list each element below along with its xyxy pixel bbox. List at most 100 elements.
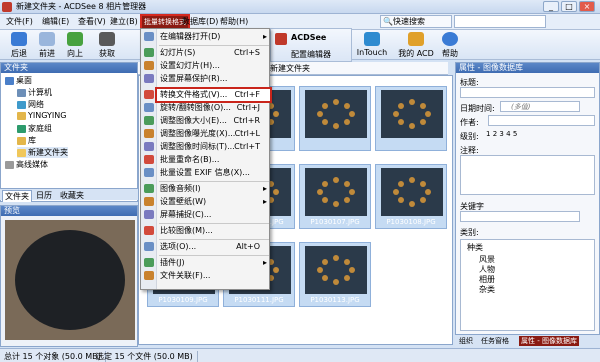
rating-2[interactable]: 2 (493, 130, 497, 138)
tree-homegroup[interactable]: 家庭组 (17, 123, 52, 134)
menu-item-label: 设置壁纸(W) (160, 197, 207, 206)
rating-4[interactable]: 4 (506, 130, 510, 138)
menu-item[interactable]: 批量设置 EXIF 信息(X)... (157, 167, 270, 179)
menu-item[interactable]: 设置屏幕保护(R)... (157, 73, 270, 85)
menu-edit[interactable]: 编辑(E) (40, 16, 71, 28)
menu-item[interactable]: 文件关联(F)... (157, 270, 270, 282)
datetime-field[interactable]: (多值) (500, 101, 580, 112)
acquire-button[interactable]: 获取 (90, 32, 124, 59)
submenu-arrow-icon: ▸ (262, 197, 267, 206)
tab-organize[interactable]: 组织 (457, 336, 475, 346)
preview-header: 预览 (1, 206, 137, 216)
tree-library[interactable]: 库 (17, 135, 36, 146)
menu-create[interactable]: 建立(B) (108, 16, 140, 28)
tree-network[interactable]: 网络 (17, 99, 44, 110)
menu-help[interactable]: 帮助(H) (218, 16, 250, 28)
up-button[interactable]: 向上 (58, 32, 92, 59)
menu-item[interactable]: 屏幕捕捉(C)... (157, 209, 270, 221)
tree-yingying[interactable]: YINGYING (17, 111, 66, 120)
menu-database[interactable]: 数据库(D) (180, 16, 220, 28)
file-thumbnail[interactable]: P1030107.JPG (299, 164, 371, 229)
menu-item-icon (144, 226, 154, 235)
menu-item-icon (144, 48, 154, 57)
rating-1[interactable]: 1 (486, 130, 490, 138)
help-label: 帮助 (442, 49, 458, 58)
config-editor-button[interactable]: 配置编辑器 (291, 49, 331, 60)
tab-properties[interactable]: 属性 - 图像数据库 (519, 336, 579, 346)
file-thumbnail[interactable] (299, 86, 371, 151)
menu-item[interactable]: 选项(O)... Alt+O (157, 241, 270, 253)
keywords-field[interactable] (460, 211, 580, 222)
menu-item[interactable]: 在编辑器打开(D) ▸ (157, 31, 270, 43)
bead-shape (273, 267, 279, 273)
rating-values[interactable]: 1 2 3 4 5 (486, 130, 517, 138)
right-tabs: 组织 任务窗格 属性 - 图像数据库 (455, 334, 600, 347)
menu-separator (159, 45, 269, 46)
menu-item[interactable]: 转换文件格式(V)... Ctrl+F (155, 87, 272, 103)
bead-shape (397, 180, 404, 187)
tree-media[interactable]: 高线媒体 (5, 159, 48, 170)
menu-separator (159, 239, 269, 240)
category-item[interactable]: 杂类 (479, 284, 495, 295)
path-text: 新建文件夹 (270, 64, 310, 73)
menu-shortcut: Ctrl+F (234, 90, 260, 99)
menu-item-label: 文件关联(F)... (160, 271, 211, 280)
menu-item-icon (144, 116, 154, 125)
bead-shape (393, 111, 399, 117)
menu-item[interactable]: 调整图像大小(E)... Ctrl+R (157, 115, 270, 127)
file-thumbnail[interactable]: P1030108.JPG (375, 164, 447, 229)
batch-convert-menu: 在编辑器打开(D) ▸ 幻灯片(S) Ctrl+S 设置幻灯片(H)... 设置屏幕保护(… (140, 28, 272, 290)
tree-new-folder[interactable]: 新建文件夹 (17, 147, 68, 158)
menu-item[interactable]: 调整图像时间标(T)... Ctrl+T (157, 141, 270, 153)
acdsee-label[interactable]: ACDSee (291, 33, 326, 42)
help-button[interactable]: 帮助 (436, 32, 464, 59)
tree-label: 高线媒体 (16, 160, 48, 169)
menu-item[interactable]: 旋转/翻转图像(O)... Ctrl+J (157, 102, 270, 114)
author-field[interactable] (488, 115, 595, 126)
my-acd-button[interactable]: 我的 ACD (396, 32, 436, 59)
rating-label: 级别: (460, 132, 479, 141)
tab-task-pane[interactable]: 任务窗格 (479, 336, 511, 346)
menu-item[interactable]: 设置壁纸(W) ▸ (157, 196, 270, 208)
title-field[interactable] (460, 87, 595, 98)
bead-shape (317, 111, 323, 117)
intouch-icon (364, 32, 380, 46)
minimize-button[interactable]: _ (543, 1, 559, 12)
maximize-button[interactable]: □ (561, 1, 577, 12)
file-thumbnail[interactable]: P1030113.JPG (299, 242, 371, 307)
menu-item[interactable]: 调整图像曝光度(X)... Ctrl+L (157, 128, 270, 140)
menu-item[interactable]: 设置幻灯片(H)... (157, 60, 270, 72)
comment-field[interactable] (460, 155, 595, 195)
tab-calendar[interactable]: 日历 (34, 190, 54, 201)
menu-view[interactable]: 查看(V) (76, 16, 108, 28)
menu-item[interactable]: 批量重命名(B)... (157, 154, 270, 166)
close-button[interactable]: × (579, 1, 595, 12)
quick-search-button[interactable]: 🔍 快速搜索 (380, 15, 452, 28)
menu-item[interactable]: 幻灯片(S) Ctrl+S (157, 47, 270, 59)
bead-shape (409, 201, 415, 207)
menu-file[interactable]: 文件(F) (4, 16, 35, 28)
bead-shape (420, 197, 427, 204)
menu-item[interactable]: 图像音频(I) ▸ (157, 183, 270, 195)
tree-desktop[interactable]: 桌面 (5, 75, 32, 86)
back-arrow-icon (11, 32, 27, 46)
tab-folders[interactable]: 文件夹 (2, 190, 32, 202)
intouch-button[interactable]: InTouch (352, 32, 392, 57)
search-input[interactable] (454, 15, 546, 28)
menu-item[interactable]: 比较图像(M)... (157, 225, 270, 237)
title-bar: 新建文件夹 - ACDSee 8 相片管理器 _ □ × (0, 0, 600, 14)
rating-3[interactable]: 3 (499, 130, 503, 138)
menu-item-icon (144, 155, 154, 164)
back-label: 后退 (11, 49, 27, 58)
tree-computer[interactable]: 计算机 (17, 87, 52, 98)
file-thumbnail[interactable] (375, 86, 447, 151)
menu-item-label: 调整图像大小(E)... (160, 116, 227, 125)
tab-favorites[interactable]: 收藏夹 (58, 190, 86, 201)
menu-item[interactable]: 插件(J) ▸ (157, 257, 270, 269)
menu-item-icon (144, 271, 154, 280)
bead-shape (333, 255, 339, 261)
category-root[interactable]: 种类 (467, 242, 483, 253)
rating-5[interactable]: 5 (513, 130, 517, 138)
menu-item-icon (144, 61, 154, 70)
menu-item-label: 设置屏幕保护(R)... (160, 74, 228, 83)
